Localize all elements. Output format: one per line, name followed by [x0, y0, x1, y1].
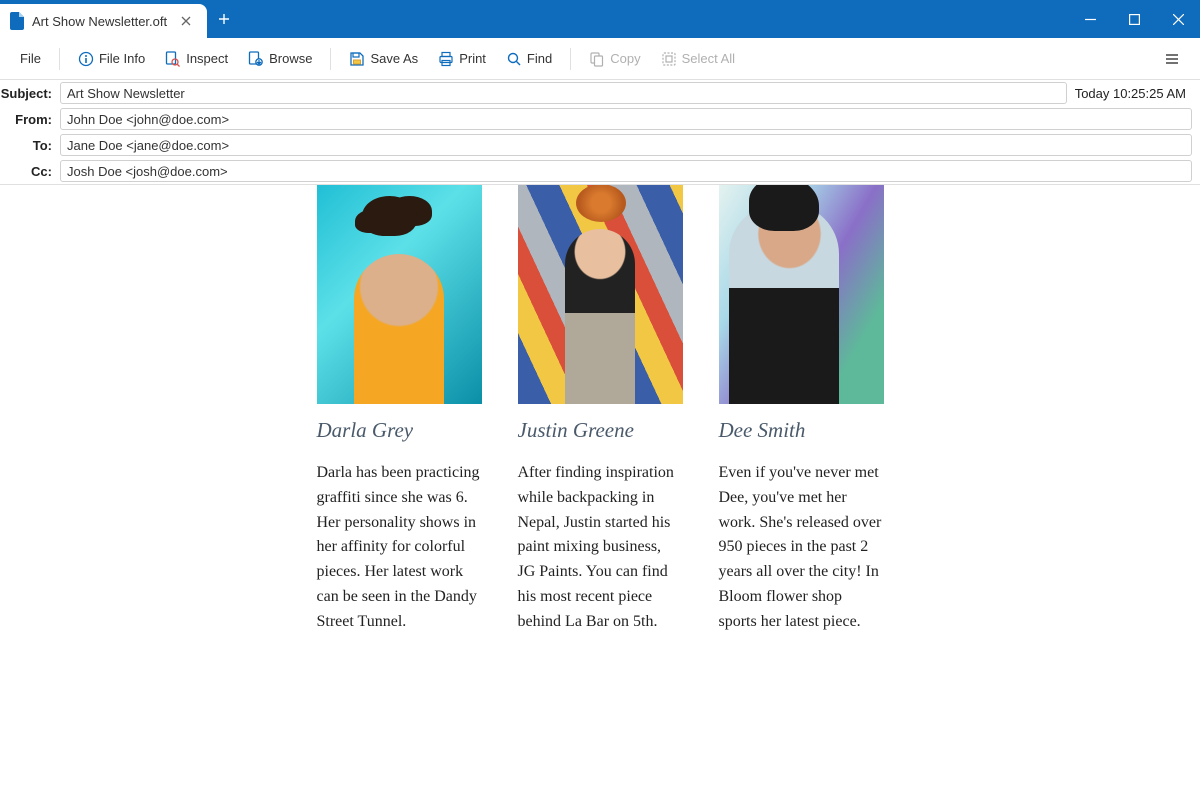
hamburger-icon: [1164, 51, 1180, 67]
find-icon: [506, 51, 522, 67]
window-controls: [1068, 0, 1200, 38]
from-label: From:: [0, 112, 60, 127]
copy-button[interactable]: Copy: [581, 46, 648, 72]
document-tab[interactable]: Art Show Newsletter.oft: [0, 4, 207, 38]
artist-card: Justin Greene After finding inspiration …: [518, 185, 683, 635]
info-icon: [78, 51, 94, 67]
browse-button[interactable]: Browse: [240, 46, 320, 72]
cc-field[interactable]: [60, 160, 1192, 182]
save-icon: [349, 51, 365, 67]
artist-bio: After finding inspiration while backpack…: [518, 461, 683, 635]
artist-photo: [719, 185, 884, 404]
maximize-button[interactable]: [1112, 0, 1156, 38]
message-headers: Subject: Today 10:25:25 AM From: To: Cc:: [0, 80, 1200, 185]
tab-close-button[interactable]: [175, 12, 197, 31]
artist-row: Darla Grey Darla has been practicing gra…: [50, 185, 1150, 635]
artist-photo: [518, 185, 683, 404]
artist-photo: [317, 185, 482, 404]
maximize-icon: [1129, 14, 1140, 25]
from-field[interactable]: [60, 108, 1192, 130]
artist-name: Dee Smith: [719, 418, 884, 443]
artist-card: Darla Grey Darla has been practicing gra…: [317, 185, 482, 635]
cc-label: Cc:: [0, 164, 60, 179]
plus-icon: [218, 13, 230, 25]
separator: [570, 48, 571, 70]
subject-field[interactable]: [60, 82, 1067, 104]
new-tab-button[interactable]: [207, 0, 241, 38]
timestamp: Today 10:25:25 AM: [1075, 86, 1200, 101]
close-window-button[interactable]: [1156, 0, 1200, 38]
document-icon: [10, 12, 24, 30]
menu-button[interactable]: [1156, 46, 1188, 72]
print-icon: [438, 51, 454, 67]
subject-label: Subject:: [0, 86, 60, 101]
separator: [59, 48, 60, 70]
message-body[interactable]: Meet a Street Artist Darla Grey Darla ha…: [0, 185, 1200, 800]
artist-bio: Darla has been practicing graffiti since…: [317, 461, 482, 635]
artist-card: Dee Smith Even if you've never met Dee, …: [719, 185, 884, 635]
select-all-button[interactable]: Select All: [653, 46, 743, 72]
minimize-button[interactable]: [1068, 0, 1112, 38]
separator: [330, 48, 331, 70]
find-button[interactable]: Find: [498, 46, 560, 72]
toolbar: File File Info Inspect Browse Save As Pr…: [0, 38, 1200, 80]
close-icon: [181, 16, 191, 26]
minimize-icon: [1085, 14, 1096, 25]
titlebar: Art Show Newsletter.oft: [0, 0, 1200, 38]
close-icon: [1173, 14, 1184, 25]
select-all-icon: [661, 51, 677, 67]
file-info-button[interactable]: File Info: [70, 46, 153, 72]
to-field[interactable]: [60, 134, 1192, 156]
to-label: To:: [0, 138, 60, 153]
tab-title: Art Show Newsletter.oft: [32, 14, 167, 29]
inspect-icon: [165, 51, 181, 67]
content-viewport: Meet a Street Artist Darla Grey Darla ha…: [0, 185, 1200, 800]
copy-icon: [589, 51, 605, 67]
artist-bio: Even if you've never met Dee, you've met…: [719, 461, 884, 635]
file-menu[interactable]: File: [12, 46, 49, 71]
browse-icon: [248, 51, 264, 67]
save-as-button[interactable]: Save As: [341, 46, 426, 72]
artist-name: Justin Greene: [518, 418, 683, 443]
artist-name: Darla Grey: [317, 418, 482, 443]
print-button[interactable]: Print: [430, 46, 494, 72]
inspect-button[interactable]: Inspect: [157, 46, 236, 72]
